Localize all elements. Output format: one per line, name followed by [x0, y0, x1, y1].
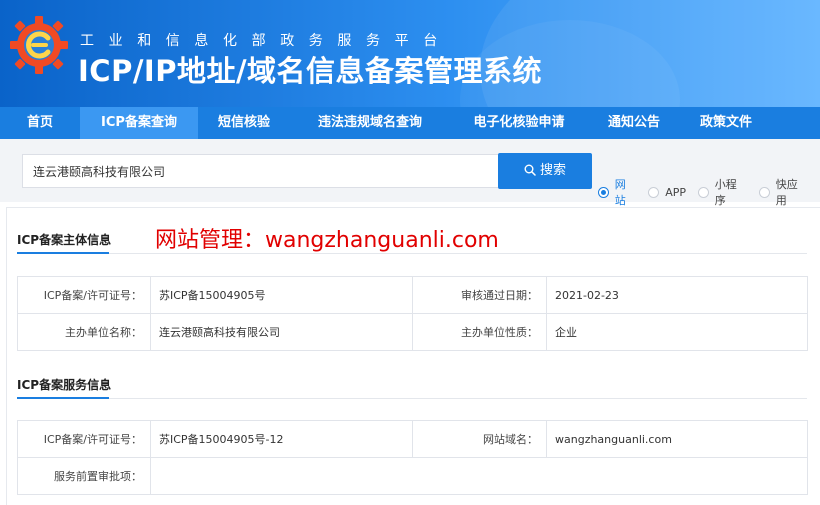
- radio-option-3[interactable]: 快应用: [759, 176, 808, 208]
- search-icon: [524, 164, 536, 176]
- nav-item-4[interactable]: 电子化核验申请: [450, 107, 588, 139]
- nav-item-3[interactable]: 违法违规域名查询: [290, 107, 450, 139]
- radio-circle: [759, 186, 770, 198]
- nav-item-6[interactable]: 政策文件: [680, 107, 772, 139]
- nav-item-2[interactable]: 短信核验: [198, 107, 290, 139]
- organizer-name-value: 连云港颐高科技有限公司: [150, 313, 413, 351]
- radio-circle: [598, 186, 609, 198]
- approval-date-value: 2021-02-23: [546, 276, 808, 314]
- system-title: ICP/IP地址/域名信息备案管理系统: [78, 54, 543, 88]
- subject-section-title: ICP备案主体信息: [17, 233, 112, 247]
- search-input[interactable]: [22, 154, 498, 188]
- radio-label: 网站: [614, 178, 626, 207]
- nav-item-1[interactable]: ICP备案查询: [80, 107, 198, 139]
- subject-info-table: ICP备案/许可证号： 苏ICP备15004905号 审核通过日期： 2021-…: [17, 276, 808, 351]
- search-button-label: 搜索: [539, 163, 566, 178]
- organizer-type-label: 主办单位性质：: [412, 313, 547, 351]
- radio-option-0[interactable]: 网站: [598, 176, 636, 208]
- domain-label: 网站域名：: [412, 420, 547, 458]
- service-license-label: ICP备案/许可证号：: [17, 420, 151, 458]
- org-name: 工业和信息化部政务服务平台: [80, 33, 452, 49]
- organizer-type-value: 企业: [546, 313, 808, 351]
- table-row: ICP备案/许可证号： 苏ICP备15004905号 审核通过日期： 2021-…: [17, 276, 808, 314]
- radio-option-2[interactable]: 小程序: [698, 176, 747, 208]
- domain-value: wangzhanguanli.com: [546, 420, 808, 458]
- app-type-radio-group: 网站 APP 小程序 快应用: [598, 176, 820, 208]
- service-license-value: 苏ICP备15004905号-12: [150, 420, 413, 458]
- radio-option-1[interactable]: APP: [648, 186, 686, 199]
- search-area: 搜索 网站 APP 小程序 快应用: [0, 139, 820, 207]
- radio-label: 快应用: [775, 178, 798, 207]
- radio-label: APP: [665, 185, 687, 199]
- service-info-table: ICP备案/许可证号： 苏ICP备15004905号-12 网站域名： wang…: [17, 420, 808, 495]
- organizer-name-label: 主办单位名称：: [17, 313, 151, 351]
- approval-date-label: 审核通过日期：: [412, 276, 547, 314]
- app-root: 工业和信息化部政务服务平台 ICP/IP地址/域名信息备案管理系统 首页 ICP备…: [0, 0, 820, 505]
- main-nav: 首页 ICP备案查询 短信核验 违法违规域名查询 电子化核验申请 通知公告 政策文件: [0, 107, 820, 139]
- miit-logo-icon: [10, 16, 68, 74]
- watermark-text: 网站管理：wangzhanguanli.com: [155, 228, 499, 253]
- service-section-title: ICP备案服务信息: [17, 378, 112, 392]
- header-banner: 工业和信息化部政务服务平台 ICP/IP地址/域名信息备案管理系统: [0, 0, 820, 107]
- pre-approval-label: 服务前置审批项：: [17, 457, 151, 495]
- table-row: 服务前置审批项：: [17, 457, 808, 495]
- radio-circle: [648, 186, 660, 198]
- search-button[interactable]: 搜索: [498, 153, 592, 189]
- nav-item-5[interactable]: 通知公告: [588, 107, 680, 139]
- license-value: 苏ICP备15004905号: [150, 276, 413, 314]
- pre-approval-value: [150, 457, 808, 495]
- radio-circle: [698, 186, 709, 198]
- table-row: ICP备案/许可证号： 苏ICP备15004905号-12 网站域名： wang…: [17, 420, 808, 458]
- nav-item-0[interactable]: 首页: [0, 107, 80, 139]
- radio-label: 小程序: [714, 178, 737, 207]
- table-row: 主办单位名称： 连云港颐高科技有限公司 主办单位性质： 企业: [17, 313, 808, 351]
- license-label: ICP备案/许可证号：: [17, 276, 151, 314]
